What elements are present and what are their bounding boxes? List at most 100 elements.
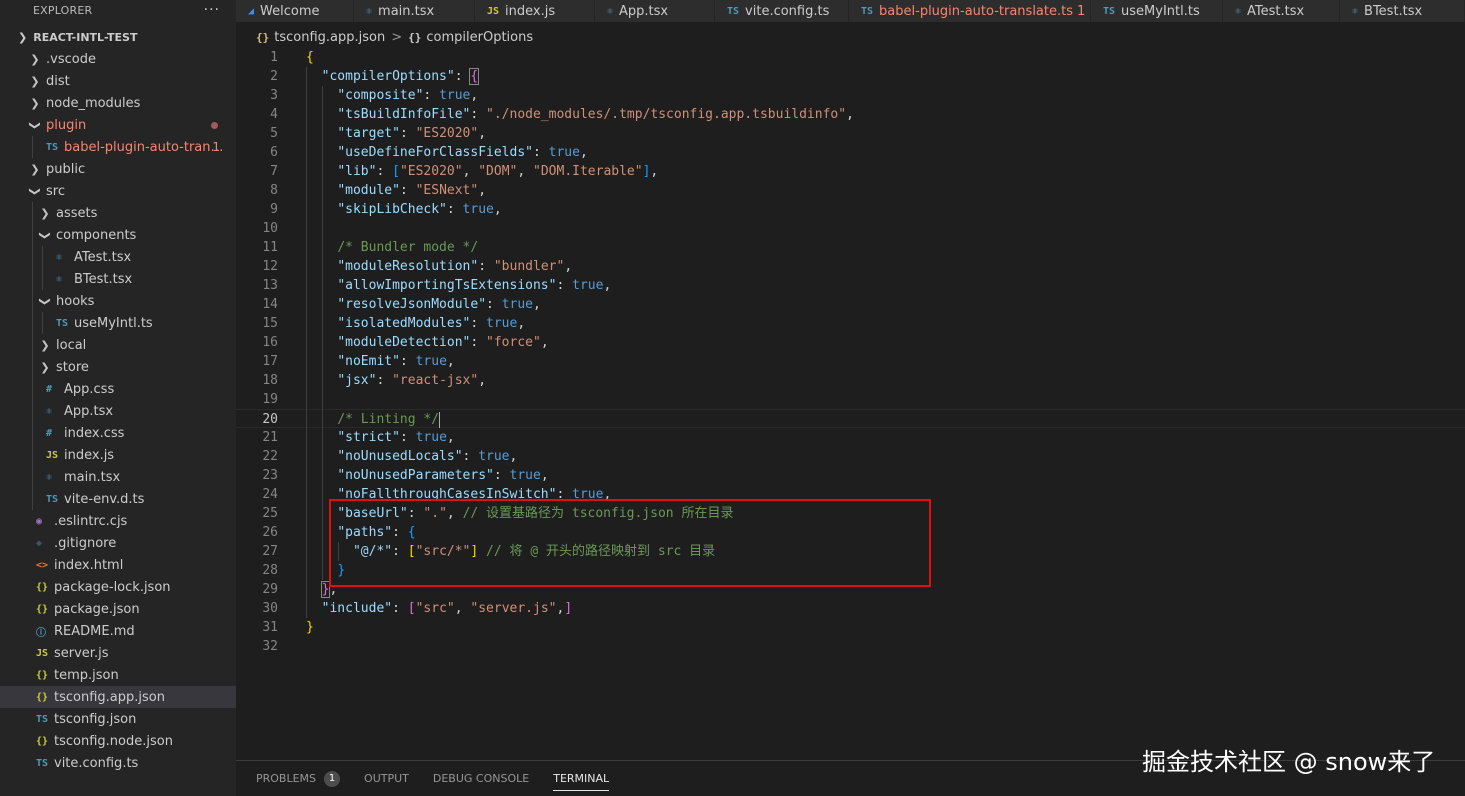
code-line[interactable]: 21 "strict": true, (236, 428, 1465, 447)
folder-item[interactable]: ❯ hooks (0, 290, 236, 312)
file-item[interactable]: JS index.js (0, 444, 236, 466)
editor-tab[interactable]: ⚛ BTest.tsx (1340, 0, 1465, 22)
file-item[interactable]: # index.css (0, 422, 236, 444)
code-line[interactable]: 17 "noEmit": true, (236, 352, 1465, 371)
code-text: "moduleDetection": "force", (337, 335, 549, 350)
code-line[interactable]: 25 "baseUrl": ".", // 设置基路径为 tsconfig.js… (236, 504, 1465, 523)
file-item[interactable]: ◉ .eslintrc.cjs (0, 510, 236, 532)
tree-item-label: plugin (46, 117, 87, 133)
code-line[interactable]: 14 "resolveJsonModule": true, (236, 295, 1465, 314)
code-line[interactable]: 19 (236, 390, 1465, 409)
code-line[interactable]: 2 "compilerOptions": { (236, 67, 1465, 86)
file-item[interactable]: {} tsconfig.app.json (0, 686, 236, 708)
editor-tab[interactable]: JS index.js (475, 0, 595, 22)
code-line[interactable]: 11 /* Bundler mode */ (236, 238, 1465, 257)
file-item[interactable]: <> index.html (0, 554, 236, 576)
code-line[interactable]: 15 "isolatedModules": true, (236, 314, 1465, 333)
code-line[interactable]: 24 "noFallthroughCasesInSwitch": true, (236, 485, 1465, 504)
line-number: 14 (262, 297, 278, 312)
code-line[interactable]: 6 "useDefineForClassFields": true, (236, 143, 1465, 162)
folder-item[interactable]: ❯ .vscode (0, 48, 236, 70)
code-line[interactable]: 32 (236, 637, 1465, 656)
line-number: 21 (262, 430, 278, 445)
file-item[interactable]: ⚛ main.tsx (0, 466, 236, 488)
tree-item-label: tsconfig.node.json (54, 733, 173, 749)
code-line[interactable]: 28 } (236, 561, 1465, 580)
editor-tab-label: ATest.tsx (1247, 3, 1305, 19)
editor-tab[interactable]: TS babel-plugin-auto-translate.ts 1 (849, 0, 1091, 22)
file-item[interactable]: {} temp.json (0, 664, 236, 686)
panel-tab-output[interactable]: OUTPUT (364, 761, 409, 796)
code-line[interactable]: 29 }, (236, 580, 1465, 599)
editor-tab[interactable]: ⚛ ATest.tsx (1223, 0, 1340, 22)
code-line[interactable]: 27 "@/*": ["src/*"] // 将 @ 开头的路径映射到 src … (236, 542, 1465, 561)
chevron-right-icon: ❯ (40, 206, 50, 220)
file-item[interactable]: {} tsconfig.node.json (0, 730, 236, 752)
editor-tab[interactable]: TS useMyIntl.ts (1091, 0, 1223, 22)
panel-tab-debug-console[interactable]: DEBUG CONSOLE (433, 761, 529, 796)
code-line[interactable]: 5 "target": "ES2020", (236, 124, 1465, 143)
more-actions-icon[interactable]: ··· (204, 2, 220, 18)
file-item[interactable]: ⚛ BTest.tsx (0, 268, 236, 290)
tree-item-label: index.js (64, 447, 115, 463)
code-line[interactable]: 12 "moduleResolution": "bundler", (236, 257, 1465, 276)
watermark: 掘金技术社区 @ snow来了 (1142, 748, 1436, 776)
editor-tab[interactable]: ⚛ main.tsx (354, 0, 475, 22)
folder-item[interactable]: ❯ local (0, 334, 236, 356)
code-line[interactable]: 30 "include": ["src", "server.js",] (236, 599, 1465, 618)
code-line[interactable]: 4 "tsBuildInfoFile": "./node_modules/.tm… (236, 105, 1465, 124)
file-item[interactable]: TS useMyIntl.ts (0, 312, 236, 334)
code-line[interactable]: 13 "allowImportingTsExtensions": true, (236, 276, 1465, 295)
breadcrumb-file[interactable]: tsconfig.app.json (274, 30, 385, 45)
chevron-down-icon: ❯ (28, 120, 42, 130)
code-line[interactable]: 1{ (236, 48, 1465, 67)
file-item[interactable]: # App.css (0, 378, 236, 400)
code-line[interactable]: 10 (236, 219, 1465, 238)
editor-tab[interactable]: ◢ Welcome (236, 0, 354, 22)
code-line[interactable]: 9 "skipLibCheck": true, (236, 200, 1465, 219)
folder-item[interactable]: ❯ src (0, 180, 236, 202)
code-editor[interactable]: 1{2 "compilerOptions": {3 "composite": t… (236, 48, 1465, 760)
react-file-icon: ⚛ (1235, 5, 1242, 17)
file-item[interactable]: {} package-lock.json (0, 576, 236, 598)
editor-tab[interactable]: TS vite.config.ts (715, 0, 849, 22)
folder-item[interactable]: ❯ components (0, 224, 236, 246)
code-line[interactable]: 20 /* Linting */ (236, 409, 1465, 428)
folder-item[interactable]: ❯ assets (0, 202, 236, 224)
folder-item[interactable]: ❯ public (0, 158, 236, 180)
folder-item[interactable]: ❯ plugin (0, 114, 236, 136)
file-item[interactable]: TS vite.config.ts (0, 752, 236, 774)
code-text: "compilerOptions": { (321, 68, 480, 85)
file-item[interactable]: ⚛ ATest.tsx (0, 246, 236, 268)
line-number: 11 (262, 240, 278, 255)
code-line[interactable]: 22 "noUnusedLocals": true, (236, 447, 1465, 466)
tree-item-label: dist (46, 73, 70, 89)
file-item[interactable]: TS tsconfig.json (0, 708, 236, 730)
file-item[interactable]: JS server.js (0, 642, 236, 664)
file-item[interactable]: ◆ .gitignore (0, 532, 236, 554)
file-item[interactable]: ⓘ README.md (0, 620, 236, 642)
typescript-file-icon: TS (46, 141, 59, 153)
code-line[interactable]: 18 "jsx": "react-jsx", (236, 371, 1465, 390)
code-line[interactable]: 3 "composite": true, (236, 86, 1465, 105)
file-item[interactable]: TS babel-plugin-auto-transl... 1 (0, 136, 236, 158)
code-line[interactable]: 8 "module": "ESNext", (236, 181, 1465, 200)
panel-tab-problems[interactable]: PROBLEMS 1 (256, 761, 341, 796)
editor-tab[interactable]: ⚛ App.tsx (595, 0, 715, 22)
file-item[interactable]: ⚛ App.tsx (0, 400, 236, 422)
file-item[interactable]: {} package.json (0, 598, 236, 620)
folder-item[interactable]: ❯ dist (0, 70, 236, 92)
code-line[interactable]: 31} (236, 618, 1465, 637)
breadcrumb-symbol[interactable]: compilerOptions (426, 30, 533, 45)
folder-item[interactable]: ❯ store (0, 356, 236, 378)
code-line[interactable]: 23 "noUnusedParameters": true, (236, 466, 1465, 485)
code-line[interactable]: 26 "paths": { (236, 523, 1465, 542)
tree-item-label: ATest.tsx (74, 249, 132, 265)
panel-tab-terminal[interactable]: TERMINAL (553, 761, 609, 796)
folder-item[interactable]: ❯ node_modules (0, 92, 236, 114)
code-line[interactable]: 16 "moduleDetection": "force", (236, 333, 1465, 352)
line-number: 29 (262, 582, 278, 597)
workspace-root[interactable]: ❯ REACT-INTL-TEST (0, 26, 236, 48)
file-item[interactable]: TS vite-env.d.ts (0, 488, 236, 510)
code-line[interactable]: 7 "lib": ["ES2020", "DOM", "DOM.Iterable… (236, 162, 1465, 181)
